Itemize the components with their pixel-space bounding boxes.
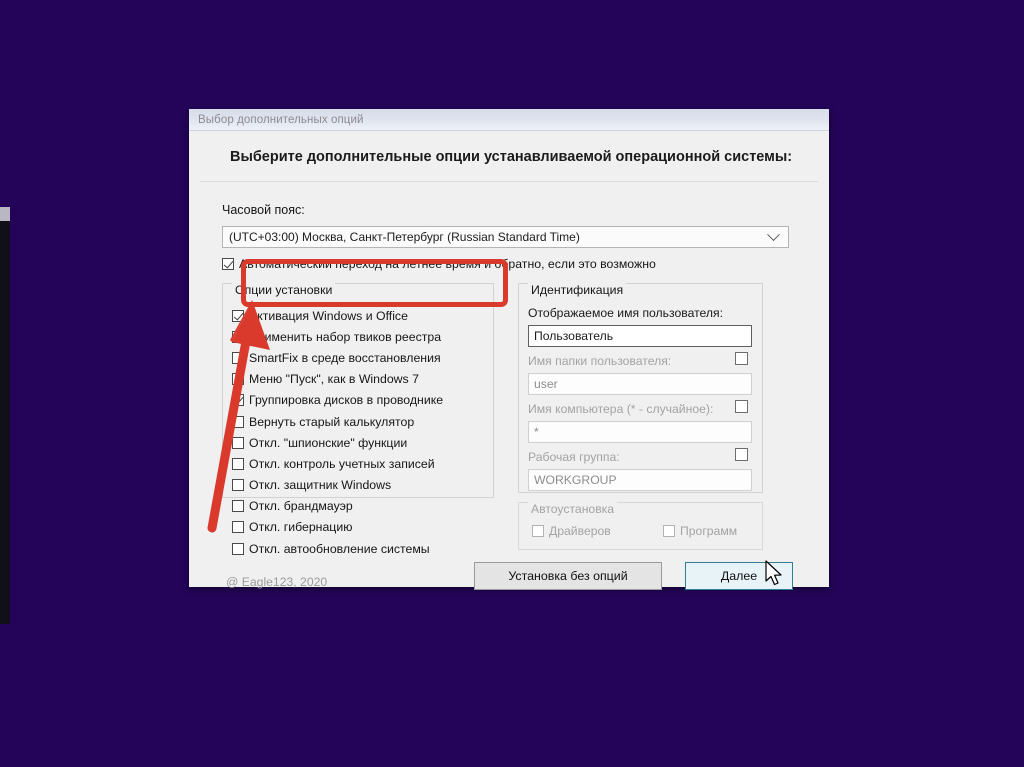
timezone-select[interactable]: (UTC+03:00) Москва, Санкт-Петербург (Rus… — [222, 226, 789, 248]
folder-name-enable-checkbox[interactable] — [735, 352, 748, 365]
workgroup-enable-checkbox[interactable] — [735, 448, 748, 461]
computer-name-enable-checkbox[interactable] — [735, 400, 748, 413]
dialog-titlebar: Выбор дополнительных опций — [189, 109, 829, 131]
install-option-label: Вернуть старый калькулятор — [249, 414, 415, 429]
install-option-row[interactable]: Откл. брандмауэр — [232, 496, 443, 517]
install-option-label: SmartFix в среде восстановления — [249, 350, 441, 365]
workgroup-label: Рабочая группа: — [528, 450, 620, 464]
autoinstall-programs-checkbox[interactable] — [663, 525, 675, 537]
install-option-label: Откл. автообновление системы — [249, 541, 430, 556]
autoinstall-drivers-label: Драйверов — [549, 524, 611, 538]
install-option-checkbox[interactable] — [232, 521, 244, 534]
folder-name-label: Имя папки пользователя: — [528, 354, 672, 368]
workgroup-value: WORKGROUP — [534, 473, 617, 487]
autoinstall-group: Автоустановка Драйверов Программ — [518, 502, 763, 550]
page-title: Выберите дополнительные опции устанавлив… — [230, 149, 793, 165]
display-name-label: Отображаемое имя пользователя: — [528, 306, 724, 320]
autoinstall-programs-row[interactable]: Программ — [663, 524, 737, 538]
copyright-text: @ Eagle123, 2020 — [226, 575, 328, 589]
dialog-title-text: Выбор дополнительных опций — [198, 113, 364, 126]
next-button[interactable]: Далее — [685, 562, 793, 590]
dst-checkbox[interactable] — [222, 258, 234, 270]
display-name-value: Пользователь — [534, 329, 614, 343]
background-window-titlebar — [0, 207, 10, 221]
install-option-row[interactable]: Группировка дисков в проводнике — [232, 390, 443, 411]
install-option-label: Активация Windows и Office — [249, 308, 408, 323]
install-option-row[interactable]: Меню "Пуск", как в Windows 7 — [232, 369, 443, 390]
install-option-row[interactable]: SmartFix в среде восстановления — [232, 347, 443, 368]
timezone-selected-value: (UTC+03:00) Москва, Санкт-Петербург (Rus… — [229, 230, 580, 244]
install-options-legend: Опции установки — [232, 283, 336, 297]
folder-name-input[interactable]: user — [528, 373, 752, 395]
install-option-label: Группировка дисков в проводнике — [249, 393, 444, 408]
dst-checkbox-row[interactable]: Автоматический переход на летнее время и… — [222, 257, 656, 271]
display-name-input[interactable]: Пользователь — [528, 325, 752, 347]
autoinstall-drivers-checkbox[interactable] — [532, 525, 544, 537]
install-option-checkbox[interactable] — [232, 330, 244, 343]
options-dialog: Выбор дополнительных опций Выберите допо… — [189, 109, 829, 590]
install-option-row[interactable]: Откл. "шпионские" функции — [232, 432, 443, 453]
computer-name-input[interactable]: * — [528, 421, 752, 443]
install-option-row[interactable]: Вернуть старый калькулятор — [232, 411, 443, 432]
install-option-label: Откл. гибернацию — [249, 520, 353, 535]
workgroup-input[interactable]: WORKGROUP — [528, 469, 752, 491]
install-option-label: Откл. защитник Windows — [249, 478, 392, 493]
install-options-list: Активация Windows и Office Применить набо… — [232, 305, 443, 559]
install-option-checkbox[interactable] — [232, 479, 244, 492]
chevron-down-icon — [767, 227, 780, 241]
install-option-row[interactable]: Откл. автообновление системы — [232, 538, 443, 559]
identification-group: Идентификация Отображаемое имя пользоват… — [518, 283, 763, 493]
install-without-options-button[interactable]: Установка без опций — [474, 562, 662, 590]
install-option-checkbox[interactable] — [232, 373, 244, 386]
computer-name-value: * — [534, 425, 539, 439]
background-window-body — [0, 221, 10, 624]
install-options-group: Опции установки Активация Windows и Offi… — [222, 283, 494, 556]
autoinstall-programs-label: Программ — [680, 524, 738, 538]
install-option-checkbox[interactable] — [232, 542, 244, 555]
folder-name-value: user — [534, 377, 558, 391]
install-option-label: Применить набор твиков реестра — [249, 329, 442, 344]
install-option-row[interactable]: Активация Windows и Office — [232, 305, 443, 326]
background-window-sliver — [0, 207, 10, 624]
install-option-label: Откл. "шпионские" функции — [249, 435, 408, 450]
install-option-label: Меню "Пуск", как в Windows 7 — [249, 372, 419, 387]
install-option-checkbox[interactable] — [232, 436, 244, 449]
install-option-checkbox[interactable] — [232, 457, 244, 470]
autoinstall-legend: Автоустановка — [528, 502, 618, 516]
install-option-row[interactable]: Откл. контроль учетных записей — [232, 453, 443, 474]
install-option-checkbox[interactable] — [232, 394, 244, 407]
install-option-checkbox[interactable] — [232, 500, 244, 513]
autoinstall-drivers-row[interactable]: Драйверов — [532, 524, 611, 538]
install-option-row[interactable]: Откл. защитник Windows — [232, 475, 443, 496]
install-option-row[interactable]: Применить набор твиков реестра — [232, 326, 443, 347]
dialog-body: Выберите дополнительные опции устанавлив… — [189, 131, 829, 590]
identification-legend: Идентификация — [528, 283, 627, 297]
header-divider — [200, 181, 818, 182]
install-option-label: Откл. контроль учетных записей — [249, 456, 435, 471]
dst-label: Автоматический переход на летнее время и… — [239, 257, 656, 271]
install-option-checkbox[interactable] — [232, 309, 244, 322]
computer-name-label: Имя компьютера (* - случайное): — [528, 402, 714, 416]
install-option-label: Откл. брандмауэр — [249, 499, 353, 514]
timezone-label: Часовой пояс: — [222, 203, 305, 217]
install-option-row[interactable]: Откл. гибернацию — [232, 517, 443, 538]
install-option-checkbox[interactable] — [232, 351, 244, 364]
install-option-checkbox[interactable] — [232, 415, 244, 428]
